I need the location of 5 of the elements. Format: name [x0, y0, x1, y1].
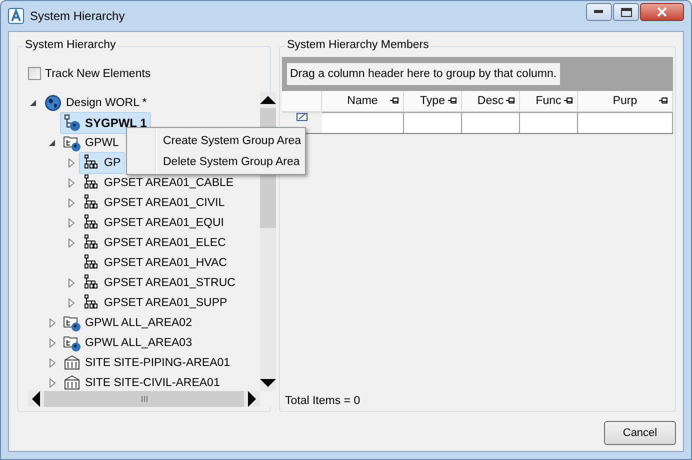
total-items: Total Items = 0: [284, 395, 362, 409]
panel-title: System Hierarchy Members: [285, 39, 431, 51]
panel-title: System Hierarchy: [23, 39, 118, 51]
window-title: System Hierarchy: [30, 9, 126, 23]
group-by-hint: Drag a column header here to group by that column.: [287, 63, 560, 85]
